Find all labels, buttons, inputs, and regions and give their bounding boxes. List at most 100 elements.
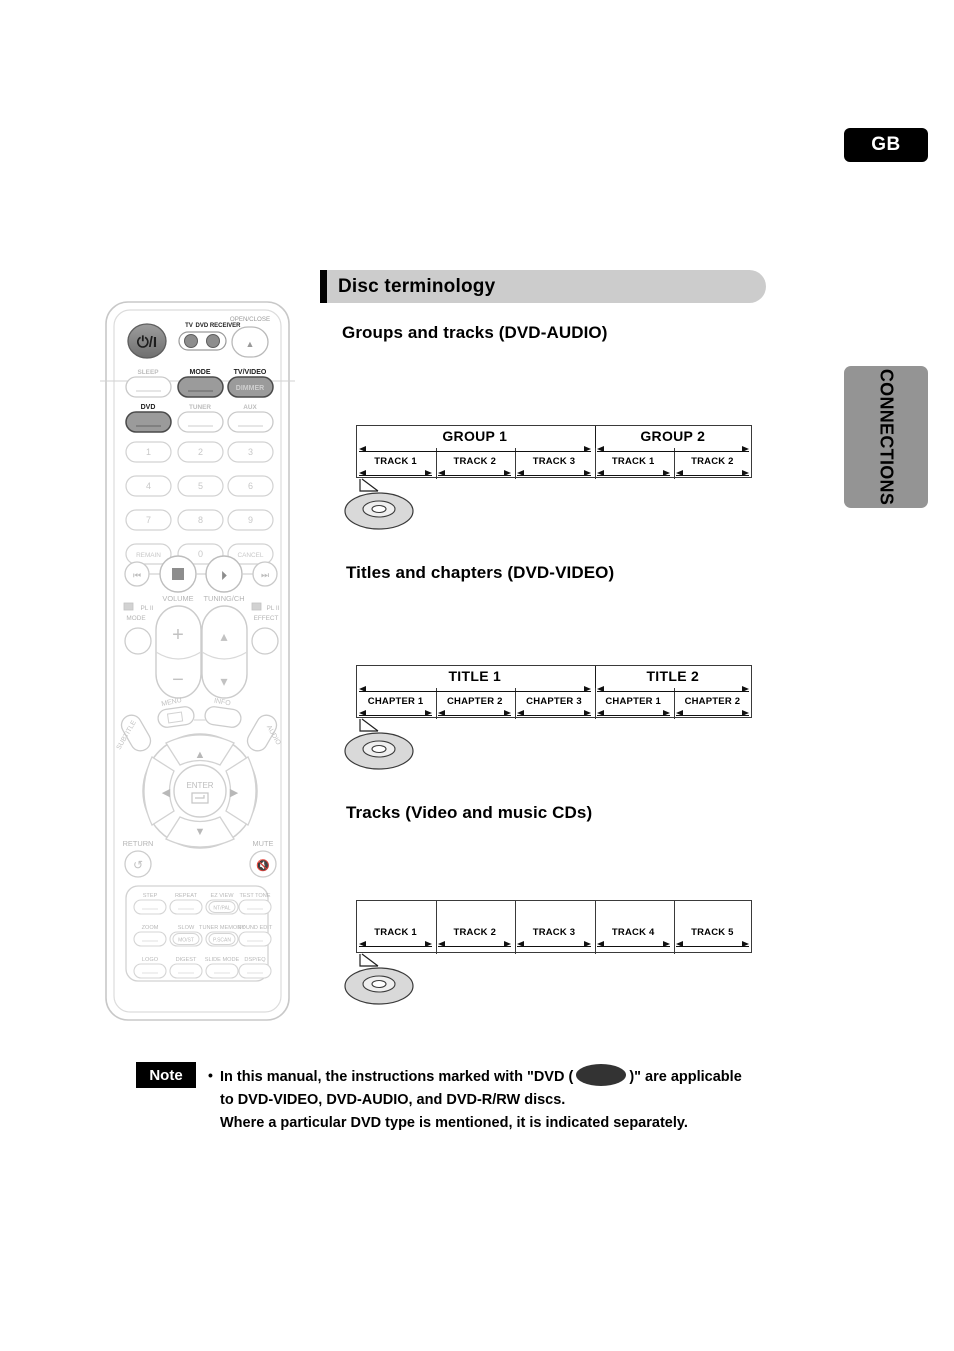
arrow-head-right <box>583 710 591 717</box>
arrow-head-right <box>741 941 749 948</box>
arrow-head-left <box>596 941 604 948</box>
segment-label: TRACK 3 <box>532 456 576 467</box>
function-sound-edit[interactable]: SOUND EDIT <box>238 925 273 947</box>
keypad-4[interactable]: 4 <box>125 475 172 497</box>
arrow-head-right <box>583 941 591 948</box>
arrow-line <box>675 475 749 477</box>
arrow-head-right <box>662 710 670 717</box>
track-segment: TRACK 4 <box>596 927 670 955</box>
arrow-head-left <box>675 941 683 948</box>
disc-graphic <box>344 478 414 530</box>
arrow-head-left <box>438 470 446 477</box>
arrow-head-left <box>359 686 366 693</box>
keypad-remain[interactable]: REMAIN <box>125 543 172 565</box>
segment-label: TRACK 4 <box>611 927 655 938</box>
keypad-1[interactable]: 1 <box>125 441 172 463</box>
side-tab-label: CONNECTIONS <box>876 368 897 506</box>
arrow-line <box>359 475 433 477</box>
mute-button: MUTE 🔇 <box>249 839 277 878</box>
segment-label: GROUP 2 <box>640 428 706 444</box>
subheading-titles-chapters: Titles and chapters (DVD-VIDEO) <box>346 563 615 582</box>
return-button: RETURN ↺ <box>123 839 153 878</box>
svg-text:DSP/EQ: DSP/EQ <box>244 957 266 963</box>
note-line-2: to DVD-VIDEO, DVD-AUDIO, and DVD-R/RW di… <box>220 1092 566 1108</box>
svg-text:◀: ◀ <box>162 787 171 799</box>
segment-label: TRACK 2 <box>453 456 497 467</box>
arrow-line <box>596 691 749 693</box>
svg-text:DVD: DVD <box>141 404 156 411</box>
svg-text:−: − <box>172 669 184 691</box>
segment-label: CHAPTER 3 <box>526 696 582 707</box>
disc-graphic <box>344 718 414 770</box>
diagram-tracks-cd: TRACK 1 TRACK 2 TRACK 3 TRACK 4 TRACK 5 <box>334 895 774 1005</box>
segment-label: CHAPTER 2 <box>684 696 741 707</box>
arrow-head-right <box>583 686 591 693</box>
svg-text:CANCEL: CANCEL <box>238 552 264 559</box>
function-ez-view[interactable]: EZ VIEW NT/PAL <box>205 893 239 915</box>
locale-badge-label: GB <box>871 134 901 155</box>
segment-label: TITLE 2 <box>646 668 700 684</box>
keypad-3[interactable]: 3 <box>227 441 274 463</box>
power-button: ⏻/I <box>127 323 167 359</box>
svg-text:5: 5 <box>198 481 203 491</box>
track-segment: CHAPTER 1 <box>596 696 670 724</box>
track-segment: CHAPTER 3 <box>517 696 591 724</box>
svg-text:MUTE: MUTE <box>253 839 274 848</box>
arrow-head-left <box>438 710 446 717</box>
svg-text:🔇: 🔇 <box>256 859 270 872</box>
svg-text:⏮: ⏮ <box>133 570 141 580</box>
svg-text:⏭: ⏭ <box>261 570 269 580</box>
track-segment: TRACK 1 <box>596 456 670 484</box>
segment-label: TRACK 1 <box>611 456 655 467</box>
section-title-bar: Disc terminology <box>320 270 766 303</box>
svg-text:▲: ▲ <box>246 339 255 349</box>
function-test-tone[interactable]: TEST TONE <box>238 893 272 915</box>
arrow-head-right <box>741 686 749 693</box>
svg-text:SLEEP: SLEEP <box>138 369 160 376</box>
note-badge: Note <box>136 1062 196 1088</box>
svg-text:0: 0 <box>198 549 203 559</box>
segment-label: CHAPTER 2 <box>446 696 503 707</box>
arrow-line <box>359 691 591 693</box>
subheading-groups-tracks: Groups and tracks (DVD-AUDIO) <box>342 323 608 342</box>
svg-text:OPEN/CLOSE: OPEN/CLOSE <box>230 316 270 323</box>
keypad-2[interactable]: 2 <box>177 441 224 463</box>
svg-text:ENTER: ENTER <box>186 781 213 790</box>
arrow-head-left <box>517 710 525 717</box>
arrow-line <box>596 451 749 453</box>
svg-text:REPEAT: REPEAT <box>175 893 198 899</box>
svg-text:4: 4 <box>146 481 151 491</box>
note-line-1-after: )" are applicable <box>629 1069 742 1085</box>
keypad-8[interactable]: 8 <box>177 509 224 531</box>
function-slide-mode[interactable]: SLIDE MODE <box>205 957 240 979</box>
arrow-line <box>517 946 591 948</box>
svg-text:▾: ▾ <box>220 673 227 689</box>
svg-text:PL II: PL II <box>267 605 280 612</box>
keypad-7[interactable]: 7 <box>125 509 172 531</box>
arrow-line <box>359 946 433 948</box>
track-segment: CHAPTER 2 <box>675 696 749 724</box>
keypad-9[interactable]: 9 <box>227 509 274 531</box>
note-line-1: In this manual, the instructions marked … <box>206 1064 836 1089</box>
svg-text:TV: TV <box>185 323 193 329</box>
dvd-disc-mark-icon <box>576 1064 627 1086</box>
arrow-head-right <box>425 710 433 717</box>
keypad-5[interactable]: 5 <box>177 475 224 497</box>
svg-text:DIGEST: DIGEST <box>176 957 197 963</box>
arrow-head-left <box>359 446 366 453</box>
svg-text:PL II: PL II <box>141 605 154 612</box>
arrow-head-right <box>583 446 591 453</box>
arrow-head-right <box>662 470 670 477</box>
arrow-head-right <box>662 941 670 948</box>
arrow-head-left <box>675 470 683 477</box>
note-badge-label: Note <box>149 1066 183 1084</box>
svg-text:DIMMER: DIMMER <box>236 385 264 392</box>
keypad-6[interactable]: 6 <box>227 475 274 497</box>
svg-text:1: 1 <box>146 447 151 457</box>
arrow-head-right <box>741 710 749 717</box>
svg-text:AUX: AUX <box>243 404 257 411</box>
page-title: Disc terminology <box>338 275 496 297</box>
arrow-line <box>675 946 749 948</box>
arrow-head-left <box>596 470 604 477</box>
svg-text:▼: ▼ <box>195 826 206 838</box>
